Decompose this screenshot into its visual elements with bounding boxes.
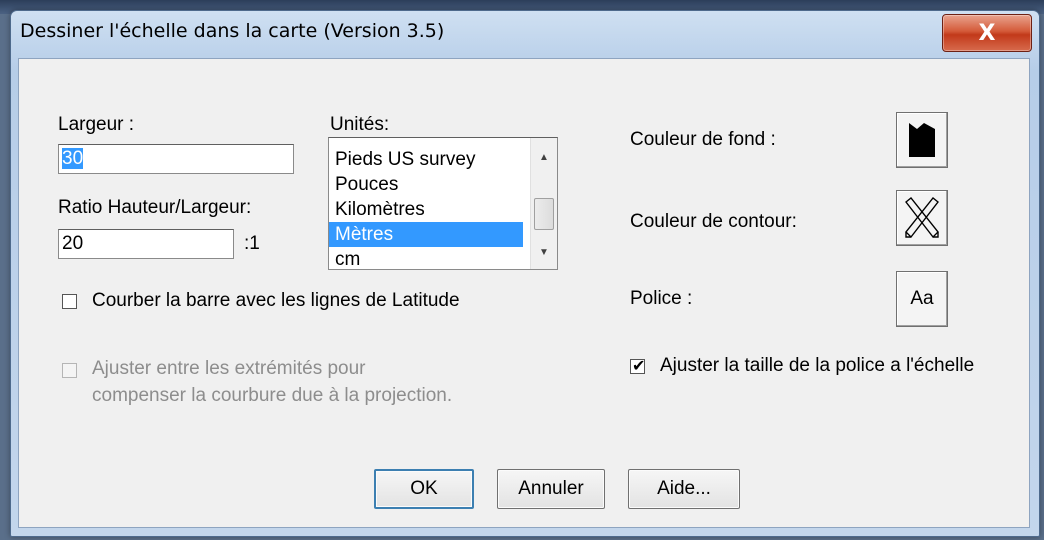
largeur-input[interactable]: 30	[58, 144, 294, 174]
close-button[interactable]: X	[942, 14, 1032, 52]
cancel-button[interactable]: Annuler	[497, 469, 605, 509]
ratio-input[interactable]: 20	[58, 229, 234, 259]
no-color-cross-icon	[905, 197, 939, 239]
largeur-value: 30	[62, 148, 84, 169]
units-scrollbar[interactable]: ▲ ▼	[530, 138, 557, 269]
units-option-selected[interactable]: Mètres	[329, 222, 523, 247]
outline-color-button[interactable]	[896, 190, 948, 246]
units-listbox[interactable]: Pieds US survey Pouces Kilomètres Mètres…	[328, 137, 558, 270]
ratio-suffix: :1	[244, 233, 260, 254]
ok-button[interactable]: OK	[374, 469, 474, 509]
units-label: Unités:	[330, 114, 390, 135]
font-button-label: Aa	[910, 288, 934, 309]
ratio-label: Ratio Hauteur/Largeur:	[58, 197, 252, 218]
units-option[interactable]: cm	[329, 247, 523, 269]
checkmark-icon: ✔	[632, 356, 646, 375]
curve-latitude-label[interactable]: Courber la barre avec les lignes de Lati…	[92, 290, 460, 312]
adjust-ends-label-line1: Ajuster entre les extrémités pour	[92, 358, 366, 379]
curve-latitude-checkbox[interactable]	[62, 294, 77, 309]
adjust-ends-label-line2: compenser la courbure due à la projectio…	[92, 385, 453, 406]
font-button[interactable]: Aa	[896, 271, 948, 327]
outline-color-label: Couleur de contour:	[630, 211, 797, 232]
scroll-down-icon[interactable]: ▼	[531, 241, 557, 263]
largeur-label: Largeur :	[58, 114, 135, 135]
units-option[interactable]: Kilomètres	[329, 197, 523, 222]
help-button[interactable]: Aide...	[628, 469, 740, 509]
scroll-thumb[interactable]	[534, 198, 554, 230]
close-icon: X	[978, 20, 996, 46]
dialog-title: Dessiner l'échelle dans la carte (Versio…	[20, 20, 445, 42]
ratio-value: 20	[62, 233, 84, 254]
scale-font-label[interactable]: Ajuster la taille de la police a l'échel…	[660, 355, 974, 377]
black-fill-swatch-icon	[909, 123, 935, 157]
units-option[interactable]: Pieds US survey	[329, 147, 523, 172]
adjust-ends-checkbox	[62, 363, 77, 378]
scroll-up-icon[interactable]: ▲	[531, 146, 557, 168]
units-option[interactable]: Pouces	[329, 172, 523, 197]
background-color-button[interactable]	[896, 112, 948, 168]
background-color-label: Couleur de fond :	[630, 129, 776, 150]
font-label: Police :	[630, 288, 693, 309]
scale-font-checkbox[interactable]: ✔	[630, 356, 646, 375]
